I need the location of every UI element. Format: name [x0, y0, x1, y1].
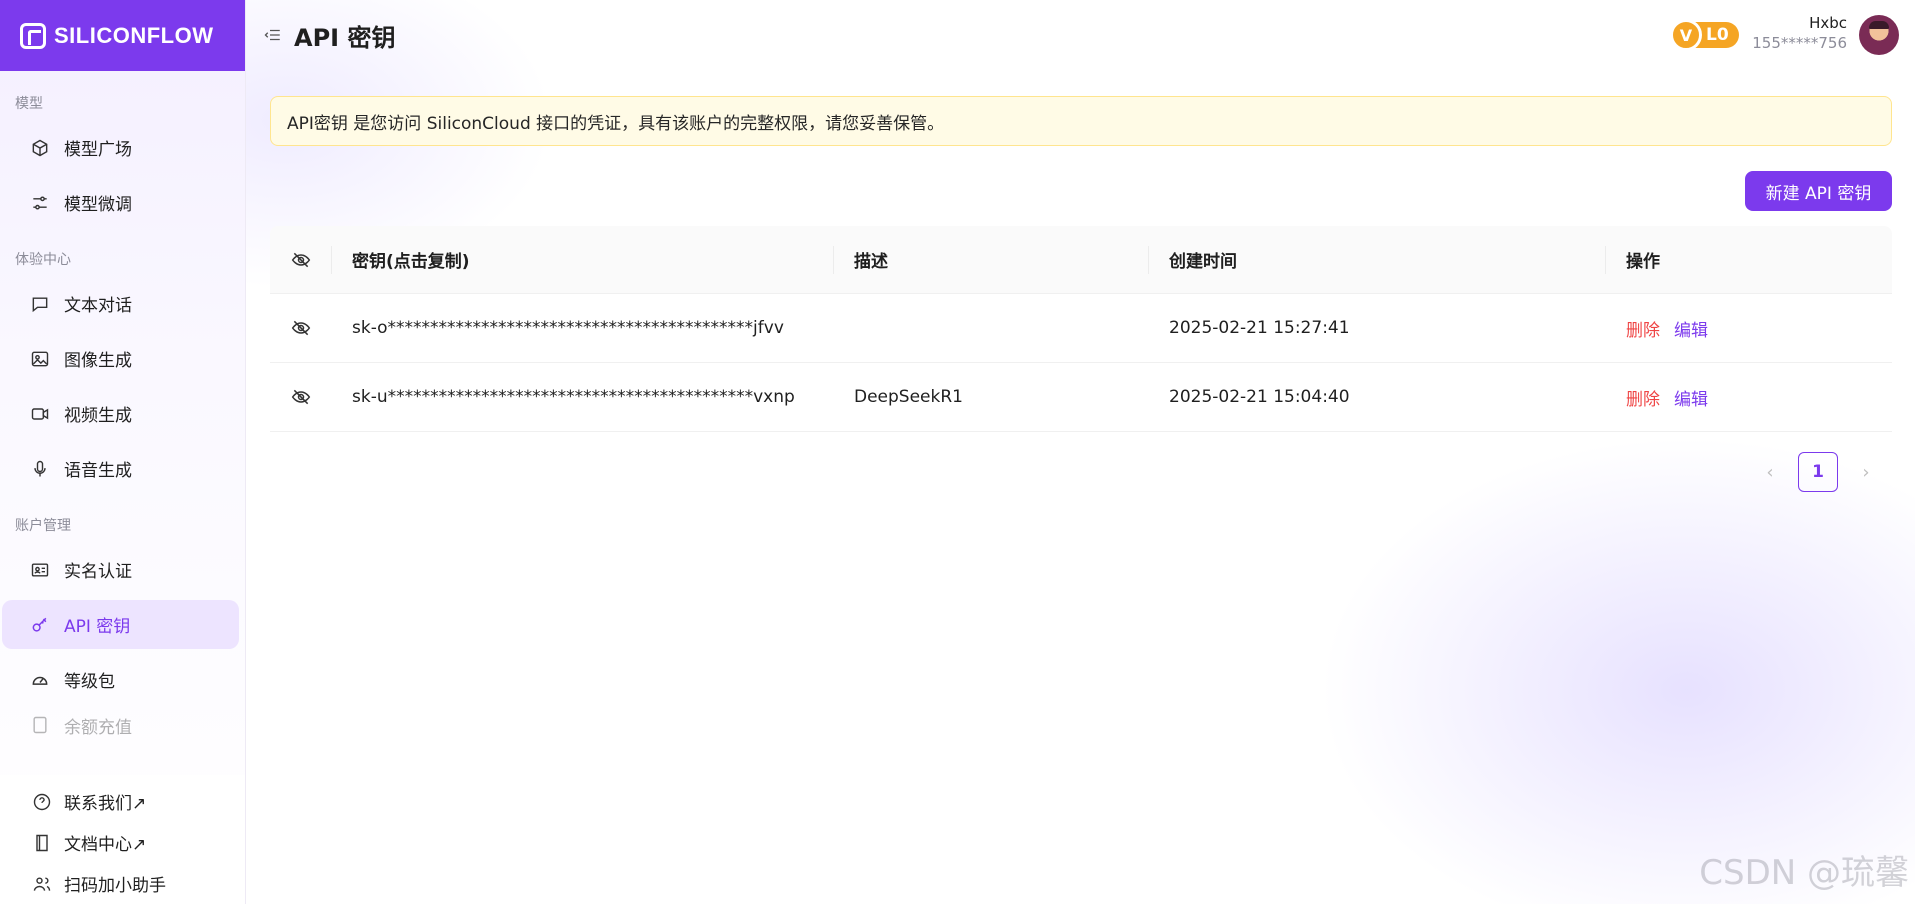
- sidebar-item-label: 等级包: [64, 672, 115, 692]
- sidebar-item-label: 视频生成: [64, 406, 132, 426]
- users-icon: [33, 876, 51, 891]
- sidebar-item-speech-gen[interactable]: 语音生成: [2, 444, 239, 493]
- edit-link[interactable]: 编辑: [1674, 385, 1708, 410]
- menu-collapse-icon[interactable]: [264, 26, 282, 44]
- contact-us-link[interactable]: 联系我们↗: [0, 781, 245, 822]
- sidebar-item-video-gen[interactable]: 视频生成: [2, 389, 239, 438]
- key-icon: [30, 615, 50, 635]
- image-icon: [30, 349, 50, 369]
- watermark: CSDN @琉馨: [1699, 853, 1909, 893]
- main-content: API 密钥 V L0 Hxbc 155*****756 API密钥 是您访问 …: [246, 0, 1915, 904]
- brand-name: SILICONFLOW: [54, 22, 214, 48]
- id-card-icon: [30, 560, 50, 580]
- section-label-account: 账户管理: [15, 518, 71, 534]
- column-header-ops: 操作: [1626, 252, 1660, 272]
- user-name: Hxbc: [1809, 14, 1847, 32]
- avatar[interactable]: [1859, 15, 1899, 55]
- column-header-created: 创建时间: [1149, 226, 1606, 293]
- api-key-value[interactable]: sk-o************************************…: [332, 294, 834, 362]
- edit-link[interactable]: 编辑: [1674, 316, 1708, 341]
- sidebar-item-label: 语音生成: [64, 461, 132, 481]
- sidebar-item-api-keys[interactable]: API 密钥: [2, 600, 239, 649]
- page-number-current[interactable]: 1: [1798, 452, 1838, 492]
- section-label-playground: 体验中心: [15, 252, 71, 268]
- sidebar-item-label: 模型微调: [64, 195, 132, 215]
- docs-center-label: 文档中心: [64, 835, 132, 855]
- api-keys-table: 密钥(点击复制) 描述 创建时间 操作 sk-o****************…: [270, 226, 1892, 432]
- book-icon: [36, 834, 48, 851]
- logo-icon: [20, 22, 46, 49]
- notice-banner: API密钥 是您访问 SiliconCloud 接口的凭证，具有该账户的完整权限…: [270, 96, 1892, 146]
- user-phone: 155*****756: [1752, 34, 1847, 52]
- cube-icon: [30, 138, 50, 158]
- sidebar-item-label: 模型广场: [64, 140, 132, 160]
- table-row: sk-u************************************…: [270, 363, 1892, 432]
- table-header: 密钥(点击复制) 描述 创建时间 操作: [270, 226, 1892, 294]
- eye-off-icon[interactable]: [291, 318, 311, 338]
- sidebar-item-label: 文本对话: [64, 296, 132, 316]
- gauge-icon: [30, 670, 50, 690]
- sidebar-item-text-chat[interactable]: 文本对话: [2, 279, 239, 328]
- notice-text: API密钥 是您访问 SiliconCloud 接口的凭证，具有该账户的完整权限…: [287, 113, 945, 134]
- sidebar-item-label: 实名认证: [64, 562, 132, 582]
- api-key-value[interactable]: sk-u************************************…: [332, 363, 834, 431]
- assistant-qr-label: 扫码加小助手: [64, 876, 166, 896]
- level-badge[interactable]: V L0: [1670, 19, 1739, 51]
- chat-icon: [30, 294, 50, 314]
- user-info[interactable]: Hxbc 155*****756: [1752, 14, 1847, 52]
- mic-icon: [30, 459, 50, 479]
- contact-us-label: 联系我们: [64, 794, 132, 814]
- sidebar-item-label: API 密钥: [64, 617, 131, 637]
- vip-icon: V: [1670, 19, 1702, 51]
- api-key-created: 2025-02-21 15:04:40: [1169, 387, 1350, 407]
- api-key-created: 2025-02-21 15:27:41: [1169, 318, 1350, 338]
- sidebar-item-recharge[interactable]: 余额充值: [2, 710, 239, 740]
- brand-header[interactable]: SILICONFLOW: [0, 0, 245, 71]
- docs-center-link[interactable]: 文档中心↗: [0, 822, 245, 863]
- column-header-desc: 描述: [834, 226, 1149, 293]
- table-row: sk-o************************************…: [270, 294, 1892, 363]
- delete-link[interactable]: 删除: [1626, 385, 1660, 410]
- sidebar-item-level-pack[interactable]: 等级包: [2, 655, 239, 704]
- column-header-key: 密钥(点击复制): [332, 226, 834, 293]
- new-api-key-button[interactable]: 新建 API 密钥: [1745, 171, 1892, 211]
- level-label: L0: [1706, 25, 1729, 45]
- external-link-icon: ↗: [132, 835, 147, 855]
- sidebar-item-label: 图像生成: [64, 351, 132, 371]
- sidebar-item-label: 余额充值: [64, 717, 132, 738]
- sidebar-item-real-name[interactable]: 实名认证: [2, 545, 239, 594]
- section-label-models: 模型: [15, 96, 43, 112]
- sliders-icon: [30, 193, 50, 213]
- wallet-icon: [30, 715, 50, 735]
- eye-off-icon[interactable]: [291, 250, 311, 270]
- top-bar: API 密钥 V L0 Hxbc 155*****756: [246, 0, 1915, 71]
- pagination: ‹ 1 ›: [1760, 452, 1876, 492]
- video-icon: [30, 404, 50, 424]
- assistant-qr-link[interactable]: 扫码加小助手: [0, 863, 245, 904]
- delete-link[interactable]: 删除: [1626, 316, 1660, 341]
- sidebar-item-image-gen[interactable]: 图像生成: [2, 334, 239, 383]
- sidebar-item-model-finetune[interactable]: 模型微调: [2, 178, 239, 227]
- next-page-icon[interactable]: ›: [1856, 462, 1876, 483]
- eye-off-icon[interactable]: [291, 387, 311, 407]
- help-icon: [33, 793, 51, 810]
- external-link-icon: ↗: [132, 794, 147, 814]
- sidebar: SILICONFLOW 模型 模型广场 模型微调 体验中心 文本对话 图像生成 …: [0, 0, 246, 904]
- sidebar-item-model-square[interactable]: 模型广场: [2, 123, 239, 172]
- page-title: API 密钥: [294, 24, 396, 52]
- api-key-desc: DeepSeekR1: [854, 387, 963, 407]
- prev-page-icon[interactable]: ‹: [1760, 462, 1780, 483]
- sidebar-bottom-links: 联系我们↗ 文档中心↗ 扫码加小助手: [0, 775, 245, 904]
- api-key-desc: [834, 294, 1149, 362]
